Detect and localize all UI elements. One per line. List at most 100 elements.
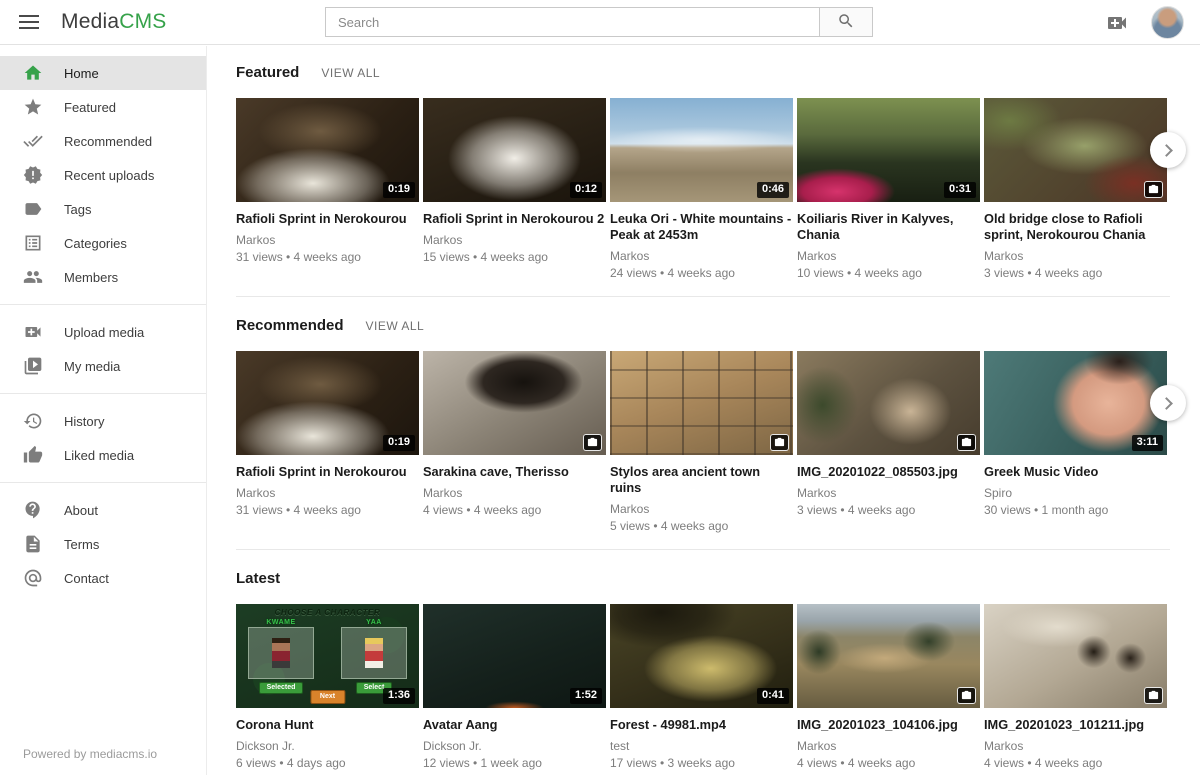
media-title[interactable]: IMG_20201023_101211.jpg <box>984 717 1167 733</box>
sidebar-item-label: Contact <box>64 571 109 586</box>
sidebar-item-terms[interactable]: Terms <box>0 527 206 561</box>
media-card[interactable]: IMG_20201022_085503.jpg Markos 3 views • 4… <box>797 351 980 533</box>
sidebar-item-recent-uploads[interactable]: Recent uploads <box>0 158 206 192</box>
search-input[interactable] <box>325 7 820 37</box>
media-author[interactable]: Spiro <box>984 486 1167 500</box>
media-title[interactable]: Stylos area ancient town ruins <box>610 464 793 496</box>
media-author[interactable]: Markos <box>984 249 1167 263</box>
sidebar-item-featured[interactable]: Featured <box>0 90 206 124</box>
media-thumbnail[interactable]: 1:52 <box>423 604 606 708</box>
view-all-link[interactable]: VIEW ALL <box>321 66 380 80</box>
next-arrow-button[interactable] <box>1150 132 1186 168</box>
media-title[interactable]: IMG_20201022_085503.jpg <box>797 464 980 480</box>
sidebar-item-upload-media[interactable]: Upload media <box>0 315 206 349</box>
media-title[interactable]: Rafioli Sprint in Nerokourou <box>236 211 419 227</box>
media-title[interactable]: Avatar Aang <box>423 717 606 733</box>
logo[interactable]: MediaCMS <box>61 10 166 34</box>
sidebar-item-categories[interactable]: Categories <box>0 226 206 260</box>
sidebar-item-home[interactable]: Home <box>0 56 206 90</box>
categories-icon <box>23 233 43 253</box>
sidebar-item-label: History <box>64 414 104 429</box>
media-card[interactable]: 0:46 Leuka Ori - White mountains - Peak a… <box>610 98 793 280</box>
media-author[interactable]: test <box>610 739 793 753</box>
sidebar-item-label: Featured <box>64 100 116 115</box>
media-card[interactable]: IMG_20201023_101211.jpgMarkos4 views • 4… <box>984 604 1167 770</box>
media-card[interactable]: 0:19Rafioli Sprint in NerokourouMarkos31… <box>236 351 419 533</box>
media-author[interactable]: Markos <box>236 233 419 247</box>
media-thumbnail[interactable] <box>797 604 980 708</box>
media-author[interactable]: Markos <box>984 739 1167 753</box>
media-meta: 3 views • 4 weeks ago <box>797 503 980 517</box>
sidebar-item-my-media[interactable]: My media <box>0 349 206 383</box>
sidebar-item-history[interactable]: History <box>0 404 206 438</box>
upload-media-icon[interactable] <box>1105 11 1129 35</box>
media-thumbnail[interactable]: 3:11 <box>984 351 1167 455</box>
media-thumbnail[interactable]: 0:31 <box>797 98 980 202</box>
media-thumbnail[interactable]: 0:41 <box>610 604 793 708</box>
media-title[interactable]: Corona Hunt <box>236 717 419 733</box>
media-thumbnail[interactable]: 0:19 <box>236 98 419 202</box>
media-title[interactable]: IMG_20201023_104106.jpg <box>797 717 980 733</box>
sidebar-item-members[interactable]: Members <box>0 260 206 294</box>
media-meta: 17 views • 3 weeks ago <box>610 756 793 770</box>
media-card[interactable]: Stylos area ancient town ruinsMarkos5 vi… <box>610 351 793 533</box>
media-author[interactable]: Markos <box>797 739 980 753</box>
media-card[interactable]: IMG_20201023_104106.jpgMarkos4 views • 4… <box>797 604 980 770</box>
media-title[interactable]: Koiliaris River in Kalyves, Chania <box>797 211 980 243</box>
sidebar-divider <box>0 393 206 394</box>
media-author[interactable]: Markos <box>236 486 419 500</box>
sidebar-item-liked-media[interactable]: Liked media <box>0 438 206 472</box>
media-title[interactable]: Rafioli Sprint in Nerokourou <box>236 464 419 480</box>
media-card[interactable]: 3:11Greek Music VideoSpiro30 views • 1 m… <box>984 351 1167 533</box>
media-thumbnail[interactable]: CHOOSE A CHARACTERKWAMESelectedYAASelect… <box>236 604 419 708</box>
media-thumbnail[interactable]: 0:19 <box>236 351 419 455</box>
media-author[interactable]: Dickson Jr. <box>236 739 419 753</box>
media-author[interactable]: Markos <box>610 249 793 263</box>
featured-cards-row: 0:19Rafioli Sprint in NerokourouMarkos31… <box>236 98 1170 280</box>
media-author[interactable]: Markos <box>610 502 793 516</box>
avatar[interactable] <box>1151 6 1184 39</box>
sidebar-item-recommended[interactable]: Recommended <box>0 124 206 158</box>
media-card[interactable]: 0:19Rafioli Sprint in NerokourouMarkos31… <box>236 98 419 280</box>
media-title[interactable]: Sarakina cave, Therisso <box>423 464 606 480</box>
sidebar-item-about[interactable]: About <box>0 493 206 527</box>
media-author[interactable]: Markos <box>423 233 606 247</box>
media-thumbnail[interactable] <box>423 351 606 455</box>
media-thumbnail[interactable] <box>984 604 1167 708</box>
media-thumbnail[interactable] <box>984 98 1167 202</box>
duration-badge: 1:52 <box>570 688 602 704</box>
sidebar-item-contact[interactable]: Contact <box>0 561 206 595</box>
top-header: MediaCMS <box>0 0 1200 45</box>
media-title[interactable]: Leuka Ori - White mountains - Peak at 24… <box>610 211 793 243</box>
media-card[interactable]: 0:12 Rafioli Sprint in Nerokourou 2 Markos… <box>423 98 606 280</box>
game-next-button: Next <box>310 690 345 704</box>
document-icon <box>23 534 43 554</box>
sidebar-item-tags[interactable]: Tags <box>0 192 206 226</box>
menu-icon[interactable] <box>19 11 41 33</box>
media-title[interactable]: Old bridge close to Rafioli sprint, Nero… <box>984 211 1167 243</box>
media-thumbnail[interactable]: 0:46 <box>610 98 793 202</box>
media-author[interactable]: Dickson Jr. <box>423 739 606 753</box>
media-thumbnail[interactable]: 0:12 <box>423 98 606 202</box>
media-card[interactable]: 0:41 Forest - 49981.mp4 test 17 views • 3 w… <box>610 604 793 770</box>
media-card[interactable]: Old bridge close to Rafioli sprint, Nero… <box>984 98 1167 280</box>
media-thumbnail[interactable] <box>797 351 980 455</box>
search-button[interactable] <box>819 7 873 37</box>
media-meta: 12 views • 1 week ago <box>423 756 606 770</box>
view-all-link[interactable]: VIEW ALL <box>366 319 425 333</box>
media-card[interactable]: Sarakina cave, TherissoMarkos4 views • 4… <box>423 351 606 533</box>
media-title[interactable]: Rafioli Sprint in Nerokourou 2 <box>423 211 606 227</box>
logo-text-cms: CMS <box>119 10 166 33</box>
media-thumbnail[interactable] <box>610 351 793 455</box>
members-icon <box>23 267 43 287</box>
media-card[interactable]: CHOOSE A CHARACTERKWAMESelectedYAASelect… <box>236 604 419 770</box>
media-meta: 15 views • 4 weeks ago <box>423 250 606 264</box>
media-author[interactable]: Markos <box>797 249 980 263</box>
media-card[interactable]: 0:31 Koiliaris River in Kalyves, Chania Ma… <box>797 98 980 280</box>
media-author[interactable]: Markos <box>423 486 606 500</box>
media-title[interactable]: Forest - 49981.mp4 <box>610 717 793 733</box>
media-card[interactable]: 1:52 Avatar Aang Dickson Jr. 12 views • 1 w… <box>423 604 606 770</box>
next-arrow-button[interactable] <box>1150 385 1186 421</box>
media-title[interactable]: Greek Music Video <box>984 464 1167 480</box>
media-author[interactable]: Markos <box>797 486 980 500</box>
